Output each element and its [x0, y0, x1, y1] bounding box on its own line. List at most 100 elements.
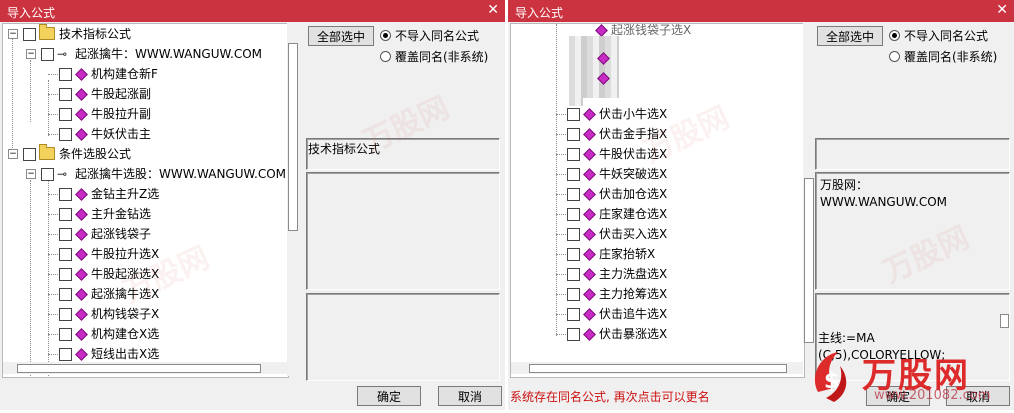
checkbox[interactable] — [59, 108, 72, 121]
tree-connector — [48, 314, 58, 315]
checkbox[interactable] — [59, 248, 72, 261]
title-bar: 导入公式 ✕ — [0, 0, 505, 22]
select-all-button[interactable]: 全部选中 — [308, 26, 374, 46]
tree-item-label: 主力抢筹选X — [599, 287, 668, 301]
checkbox[interactable] — [59, 128, 72, 141]
tree-item-row[interactable]: 伏击加仓选X — [511, 184, 804, 204]
checkbox[interactable] — [59, 288, 72, 301]
tree-horizontal-scrollbar[interactable] — [3, 362, 287, 374]
expand-collapse-toggle[interactable]: − — [8, 29, 18, 39]
expand-collapse-toggle[interactable]: − — [8, 149, 18, 159]
checkbox[interactable] — [41, 168, 54, 181]
checkbox[interactable] — [41, 48, 54, 61]
formula-tree[interactable]: − 技术指标公式 − ⊸ 起涨擒牛：WWW.WANGUW.COM 机构建仓新F 牛股起涨副牛… — [2, 23, 289, 378]
radio-skip-duplicate[interactable] — [380, 30, 391, 41]
checkbox[interactable] — [59, 348, 72, 361]
checkbox[interactable] — [59, 188, 72, 201]
checkbox[interactable] — [567, 288, 580, 301]
checkbox[interactable] — [59, 208, 72, 221]
tree-item-row[interactable]: 机构建仓X选 — [3, 324, 288, 344]
tree-item-row[interactable]: 主力抢筹选X — [511, 284, 804, 304]
folder-icon — [39, 24, 55, 40]
checkbox[interactable] — [59, 268, 72, 281]
tree-item-row[interactable]: 起涨钱袋子 — [3, 224, 288, 244]
checkbox[interactable] — [567, 188, 580, 201]
tree-item-label: 牛股起涨副 — [91, 87, 152, 101]
tree-item-row[interactable]: 伏击追牛选X — [511, 304, 804, 324]
checkbox[interactable] — [59, 228, 72, 241]
tree-connector — [48, 94, 58, 95]
tree-item-row[interactable]: 伏击买入选X — [511, 224, 804, 244]
tree-item-row[interactable]: 金钻主升Z选 — [3, 184, 288, 204]
expand-collapse-toggle[interactable]: − — [26, 169, 36, 179]
checkbox[interactable] — [59, 88, 72, 101]
checkbox[interactable] — [23, 148, 36, 161]
checkbox[interactable] — [567, 228, 580, 241]
tree-item-row[interactable]: 主力洗盘选X — [511, 264, 804, 284]
checkbox[interactable] — [567, 108, 580, 121]
tree-item-row[interactable]: 牛股拉升副 — [3, 104, 288, 124]
code-scrollbar-thumb[interactable] — [1000, 314, 1009, 328]
checkbox[interactable] — [23, 28, 36, 41]
radio-skip-duplicate[interactable] — [889, 30, 900, 41]
formula-diamond-icon — [75, 108, 88, 121]
checkbox[interactable] — [59, 308, 72, 321]
checkbox[interactable] — [59, 68, 72, 81]
tree-vertical-scrollbar[interactable] — [287, 23, 299, 376]
formula-diamond-icon — [75, 228, 88, 241]
tree-item-row[interactable]: 庄家建仓选X — [511, 204, 804, 224]
checkbox[interactable] — [567, 268, 580, 281]
scrollbar-thumb[interactable] — [17, 364, 261, 373]
ok-button[interactable]: 确定 — [357, 386, 421, 406]
select-all-button[interactable]: 全部选中 — [817, 26, 883, 46]
close-icon[interactable]: ✕ — [996, 2, 1008, 18]
checkbox[interactable] — [59, 328, 72, 341]
tree-item-row[interactable]: 庄家抬轿X — [511, 244, 804, 264]
formula-diamond-icon — [75, 128, 88, 141]
tree-folder-row[interactable]: − 条件选股公式 — [3, 144, 288, 164]
checkbox[interactable] — [567, 308, 580, 321]
formula-type-panel — [815, 138, 1010, 170]
key-icon: ⊸ — [57, 47, 68, 61]
blurred-region — [569, 36, 619, 98]
dialog-title: 导入公式 — [515, 6, 564, 20]
tree-connector — [556, 294, 566, 295]
scrollbar-thumb[interactable] — [288, 43, 298, 231]
formula-diamond-icon — [75, 308, 88, 321]
tree-item-row[interactable]: 短线出击X选 — [3, 344, 288, 364]
tree-item-label: 起涨钱袋子 — [91, 227, 152, 241]
expand-collapse-toggle[interactable]: − — [26, 49, 36, 59]
radio-overwrite-duplicate[interactable] — [889, 51, 900, 62]
tree-item-label: 起涨擒牛选股：WWW.WANGUW.COM — [75, 167, 286, 181]
tree-item-row[interactable]: 牛股起涨副 — [3, 84, 288, 104]
tree-group-row[interactable]: − ⊸ 起涨擒牛：WWW.WANGUW.COM — [3, 44, 288, 64]
tree-connector — [48, 294, 58, 295]
tree-vertical-scrollbar[interactable] — [803, 23, 815, 343]
checkbox[interactable] — [567, 128, 580, 141]
tree-item-row[interactable]: 主升金钻选 — [3, 204, 288, 224]
tree-horizontal-scrollbar[interactable] — [511, 362, 803, 374]
tree-item-row[interactable]: 牛妖伏击主 — [3, 124, 288, 144]
key-icon: ⊸ — [57, 167, 68, 181]
checkbox[interactable] — [567, 148, 580, 161]
formula-diamond-icon — [583, 268, 596, 281]
tree-item-row[interactable]: 伏击暴涨选X — [511, 324, 804, 344]
scrollbar-thumb[interactable] — [804, 178, 814, 343]
scrollbar-thumb[interactable] — [529, 364, 787, 373]
tree-item-label: 金钻主升Z选 — [91, 187, 160, 201]
checkbox[interactable] — [567, 328, 580, 341]
checkbox[interactable] — [567, 208, 580, 221]
tree-connector — [556, 214, 566, 215]
tree-folder-row[interactable]: − 技术指标公式 — [3, 24, 288, 44]
checkbox[interactable] — [567, 248, 580, 261]
cancel-button[interactable]: 取消 — [438, 386, 502, 406]
close-icon[interactable]: ✕ — [487, 2, 499, 18]
checkbox[interactable] — [567, 168, 580, 181]
tree-group-row[interactable]: − ⊸ 起涨擒牛选股：WWW.WANGUW.COM — [3, 164, 288, 184]
tree-item-row[interactable]: 机构钱袋子X — [3, 304, 288, 324]
formula-tree[interactable]: 起涨钱袋子选X 伏击小牛选X 伏击金手指X 牛股伏击选X 牛妖突破选X 伏击加仓选X 庄家… — [510, 23, 805, 378]
brand-logo-site: www.201082.com — [874, 388, 991, 403]
tree-item-row[interactable]: 机构建仓新F — [3, 64, 288, 84]
formula-diamond-icon — [75, 288, 88, 301]
radio-overwrite-duplicate[interactable] — [380, 51, 391, 62]
